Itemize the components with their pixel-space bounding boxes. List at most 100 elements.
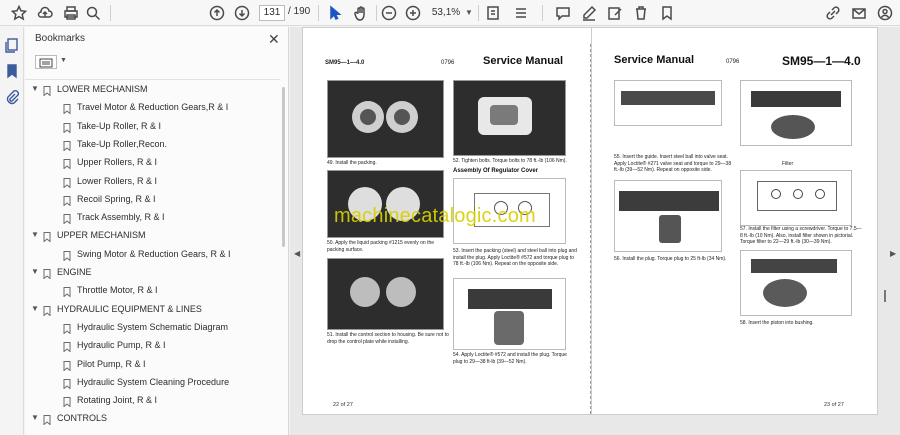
page-code: SM95—1—4.0 <box>325 60 365 66</box>
close-icon[interactable]: ✕ <box>268 31 280 48</box>
zoom-in-icon[interactable] <box>404 4 422 22</box>
bookmark-icon <box>63 176 71 189</box>
bookmark-label: Hydraulic System Schematic Diagram <box>77 321 229 332</box>
bookmark-item[interactable]: Rotating Joint, R & I <box>25 391 280 409</box>
link-icon[interactable] <box>824 4 842 22</box>
left-rail <box>0 27 24 435</box>
caption-49: 49. Install the packing. <box>327 160 377 166</box>
zoom-search-icon[interactable] <box>84 4 102 22</box>
bookmark-icon <box>63 102 71 115</box>
zoom-dropdown-icon[interactable]: ▼ <box>465 8 473 17</box>
bookmark-list: ▼ LOWER MECHANISM Travel Motor & Reduction… <box>25 79 280 435</box>
expand-right-panel-icon[interactable]: ▶ <box>890 249 896 258</box>
stamp-icon[interactable] <box>658 4 676 22</box>
caption-51: 51. Install the control section to housi… <box>327 332 449 345</box>
page-down-icon[interactable] <box>233 4 251 22</box>
bookmark-item[interactable]: Track Assembly, R & I <box>25 208 280 226</box>
bookmark-icon <box>63 139 71 152</box>
bookmark-label: HYDRAULIC EQUIPMENT & LINES <box>57 303 202 314</box>
bookmark-label: UPPER MECHANISM <box>57 230 146 241</box>
fit-page-icon[interactable] <box>484 4 502 22</box>
collapse-panel-icon[interactable]: ◀ <box>294 249 300 258</box>
bookmark-item[interactable]: Throttle Motor, R & I <box>25 281 280 299</box>
photo-hand <box>740 80 852 146</box>
bookmark-label: CONTROLS <box>57 413 108 424</box>
bookmark-icon <box>43 84 51 97</box>
bookmark-item[interactable]: Hydraulic System Cleaning Procedure <box>25 373 280 391</box>
page-up-icon[interactable] <box>208 4 226 22</box>
caption-50: 50. Apply the liquid packing #1215 evenl… <box>327 240 435 253</box>
attachment-icon[interactable] <box>4 89 20 105</box>
bookmark-item[interactable]: Hydraulic Pump, R & I <box>25 336 280 354</box>
page-divider <box>590 44 591 414</box>
mail-icon[interactable] <box>850 4 868 22</box>
account-icon[interactable] <box>876 4 894 22</box>
bookmark-item[interactable]: Travel Motor & Reduction Gears,R & I <box>25 98 280 116</box>
cloud-upload-icon[interactable] <box>36 4 54 22</box>
bookmark-section[interactable]: ▼ CONTROLS <box>25 409 280 427</box>
bookmark-label: Travel Motor & Reduction Gears,R & I <box>77 102 229 113</box>
bookmark-section[interactable]: ▼ HYDRAULIC EQUIPMENT & LINES <box>25 300 280 318</box>
bookmark-icon <box>43 230 51 243</box>
zoom-out-icon[interactable] <box>380 4 398 22</box>
photo-55 <box>614 80 722 126</box>
pages-thumbnail-icon[interactable] <box>4 37 20 53</box>
bookmark-label: ENGINE <box>57 267 92 277</box>
bookmark-icon <box>63 157 71 170</box>
edit-icon[interactable] <box>606 4 624 22</box>
chevron-down-icon[interactable]: ▼ <box>31 80 39 98</box>
bookmark-icon <box>63 212 71 225</box>
bookmark-item[interactable]: Take-Up Roller, R & I <box>25 117 280 135</box>
bookmark-item[interactable]: Pilot Pump, R & I <box>25 355 280 373</box>
panel-scrollbar[interactable] <box>282 87 285 247</box>
bookmark-icon[interactable] <box>4 63 20 79</box>
main-toolbar: 131 / 190 53,1% ▼ <box>0 0 900 26</box>
pointer-icon[interactable] <box>326 4 344 22</box>
delete-icon[interactable] <box>632 4 650 22</box>
highlight-pen-icon[interactable] <box>580 4 598 22</box>
bookmark-item[interactable]: Take-Up Roller,Recon. <box>25 135 280 153</box>
page-number-input[interactable]: 131 <box>259 5 285 21</box>
page-revision: 0796 <box>726 59 740 65</box>
chevron-down-icon[interactable]: ▼ <box>60 57 67 64</box>
bookmark-label: Rotating Joint, R & I <box>77 395 158 406</box>
comment-icon[interactable] <box>554 4 572 22</box>
page-revision: 0796 <box>441 60 455 66</box>
scroll-mode-icon[interactable] <box>512 4 530 22</box>
document-viewport: ◀ SM95—1—4.0 0796 Service Manual 49. Ins… <box>290 27 900 435</box>
caption-54: 54. Apply Loctite® #572 and install the … <box>453 352 567 365</box>
bookmark-icon <box>63 377 71 390</box>
photo-54 <box>453 278 566 350</box>
hand-icon[interactable] <box>352 4 370 22</box>
bookmark-item[interactable]: Lower Rollers, R & I <box>25 172 280 190</box>
photo-56 <box>614 180 722 252</box>
bookmark-item[interactable]: Hydraulic System Schematic Diagram <box>25 318 280 336</box>
document-scrollbar[interactable] <box>884 290 886 302</box>
bookmark-options-button[interactable] <box>35 55 57 69</box>
bookmark-icon <box>43 413 51 426</box>
watermark: machinecatalogic.com <box>334 205 536 227</box>
caption-52: 52. Tighten bolts. Torque bolts to 78 ft… <box>453 158 567 164</box>
bookmark-item[interactable]: Recoil Spring, R & I <box>25 190 280 208</box>
chevron-down-icon[interactable]: ▼ <box>31 226 39 244</box>
chevron-down-icon[interactable]: ▼ <box>31 409 39 427</box>
bookmark-item[interactable]: Swing Motor & Reduction Gears, R & I <box>25 245 280 263</box>
bookmark-icon <box>63 395 71 408</box>
page-right: Service Manual 0796 SM95—1—4.0 55. Inser… <box>592 27 878 415</box>
caption-53: 53. Insert the packing (steel) and steel… <box>453 248 577 267</box>
star-icon[interactable] <box>10 4 28 22</box>
bookmark-label: Upper Rollers, R & I <box>77 157 158 168</box>
bookmark-section[interactable]: ▼ UPPER MECHANISM <box>25 226 280 244</box>
bookmark-section[interactable]: ▼ ENGINE <box>25 263 280 281</box>
print-icon[interactable] <box>62 4 80 22</box>
bookmark-section[interactable]: ▼ LOWER MECHANISM <box>25 80 280 98</box>
bookmark-icon <box>43 304 51 317</box>
page-code: SM95—1—4.0 <box>782 54 861 68</box>
bookmark-item[interactable]: Upper Rollers, R & I <box>25 153 280 171</box>
chevron-down-icon[interactable]: ▼ <box>31 263 39 281</box>
bookmark-label: Throttle Motor, R & I <box>77 285 158 296</box>
chevron-down-icon[interactable]: ▼ <box>31 300 39 318</box>
bookmark-label: Take-Up Roller,Recon. <box>77 138 168 149</box>
zoom-level[interactable]: 53,1% <box>428 5 464 21</box>
bookmark-label: Hydraulic System Cleaning Procedure <box>77 376 230 387</box>
